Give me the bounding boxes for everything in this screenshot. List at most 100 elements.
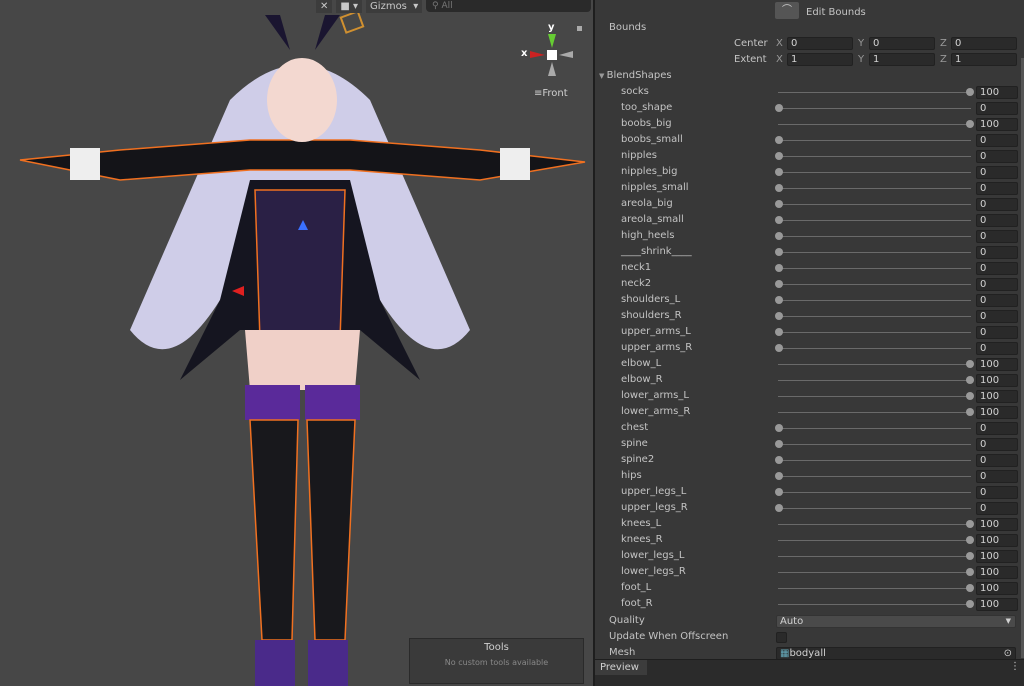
preview-tab[interactable]: Preview (595, 660, 647, 675)
blendshape-value-input[interactable]: 0 (976, 246, 1018, 259)
blendshape-value-input[interactable]: 100 (976, 358, 1018, 371)
blendshape-value-input[interactable]: 0 (976, 134, 1018, 147)
slider-handle[interactable] (966, 376, 974, 384)
more-options-icon[interactable]: ⋮ (1010, 661, 1020, 672)
edit-bounds-button[interactable]: ⌒ (775, 2, 799, 19)
blendshape-slider[interactable] (778, 396, 971, 397)
blendshape-value-input[interactable]: 0 (976, 422, 1018, 435)
extent-z-input[interactable]: 1 (951, 53, 1017, 66)
blendshape-slider[interactable] (778, 460, 971, 461)
slider-handle[interactable] (966, 552, 974, 560)
slider-handle[interactable] (775, 328, 783, 336)
orientation-gizmo[interactable]: y x (515, 20, 585, 90)
blendshape-value-input[interactable]: 100 (976, 518, 1018, 531)
blendshape-slider[interactable] (778, 124, 971, 125)
slider-handle[interactable] (775, 216, 783, 224)
blendshape-value-input[interactable]: 100 (976, 86, 1018, 99)
slider-handle[interactable] (966, 88, 974, 96)
tools-toggle-icon[interactable]: ✕ (316, 0, 333, 13)
slider-handle[interactable] (775, 200, 783, 208)
blendshape-value-input[interactable]: 100 (976, 406, 1018, 419)
slider-handle[interactable] (775, 456, 783, 464)
blendshape-slider[interactable] (778, 156, 971, 157)
blendshape-slider[interactable] (778, 540, 971, 541)
blendshape-slider[interactable] (778, 172, 971, 173)
blendshape-value-input[interactable]: 100 (976, 550, 1018, 563)
blendshape-value-input[interactable]: 0 (976, 502, 1018, 515)
blendshape-value-input[interactable]: 100 (976, 390, 1018, 403)
blendshape-value-input[interactable]: 0 (976, 342, 1018, 355)
blendshape-slider[interactable] (778, 380, 971, 381)
slider-handle[interactable] (775, 264, 783, 272)
blendshape-value-input[interactable]: 0 (976, 294, 1018, 307)
slider-handle[interactable] (966, 584, 974, 592)
extent-x-input[interactable]: 1 (787, 53, 853, 66)
blendshape-slider[interactable] (778, 476, 971, 477)
slider-handle[interactable] (775, 504, 783, 512)
blendshape-slider[interactable] (778, 316, 971, 317)
slider-handle[interactable] (775, 344, 783, 352)
blendshape-slider[interactable] (778, 364, 971, 365)
blendshape-slider[interactable] (778, 252, 971, 253)
blendshape-value-input[interactable]: 0 (976, 214, 1018, 227)
blendshape-slider[interactable] (778, 412, 971, 413)
slider-handle[interactable] (966, 392, 974, 400)
slider-handle[interactable] (966, 120, 974, 128)
quality-dropdown[interactable]: Auto ▼ (776, 615, 1016, 628)
blendshape-slider[interactable] (778, 444, 971, 445)
blendshape-value-input[interactable]: 0 (976, 326, 1018, 339)
blendshape-value-input[interactable]: 0 (976, 198, 1018, 211)
blendshape-value-input[interactable]: 0 (976, 310, 1018, 323)
blendshapes-foldout[interactable]: ▼ BlendShapes (599, 70, 672, 81)
blendshape-value-input[interactable]: 100 (976, 582, 1018, 595)
slider-handle[interactable] (775, 424, 783, 432)
blendshape-value-input[interactable]: 0 (976, 150, 1018, 163)
scene-view[interactable]: ✕ ■ ▾ Gizmos ▾ ⚲ All y x ≡Front Tools No… (0, 0, 593, 686)
camera-dropdown[interactable]: ■ ▾ (336, 0, 363, 13)
slider-handle[interactable] (775, 136, 783, 144)
blendshape-value-input[interactable]: 100 (976, 374, 1018, 387)
slider-handle[interactable] (966, 568, 974, 576)
center-x-input[interactable]: 0 (787, 37, 853, 50)
blendshape-slider[interactable] (778, 348, 971, 349)
blendshape-value-input[interactable]: 0 (976, 262, 1018, 275)
blendshape-value-input[interactable]: 0 (976, 230, 1018, 243)
blendshape-value-input[interactable]: 100 (976, 566, 1018, 579)
character-model[interactable] (0, 0, 593, 686)
slider-handle[interactable] (775, 232, 783, 240)
blendshape-value-input[interactable]: 100 (976, 598, 1018, 611)
blendshape-slider[interactable] (778, 108, 971, 109)
blendshape-slider[interactable] (778, 204, 971, 205)
update-offscreen-checkbox[interactable] (776, 632, 787, 643)
center-y-input[interactable]: 0 (869, 37, 935, 50)
blendshape-slider[interactable] (778, 140, 971, 141)
blendshape-slider[interactable] (778, 556, 971, 557)
slider-handle[interactable] (966, 600, 974, 608)
blendshape-slider[interactable] (778, 492, 971, 493)
extent-y-input[interactable]: 1 (869, 53, 935, 66)
slider-handle[interactable] (775, 312, 783, 320)
slider-handle[interactable] (775, 488, 783, 496)
slider-handle[interactable] (966, 520, 974, 528)
slider-handle[interactable] (775, 104, 783, 112)
blendshape-slider[interactable] (778, 428, 971, 429)
blendshape-slider[interactable] (778, 268, 971, 269)
blendshape-slider[interactable] (778, 92, 971, 93)
blendshape-value-input[interactable]: 0 (976, 102, 1018, 115)
gizmos-dropdown[interactable]: Gizmos ▾ (366, 0, 423, 13)
blendshape-slider[interactable] (778, 332, 971, 333)
object-picker-icon[interactable]: ⊙ (1004, 648, 1012, 659)
slider-handle[interactable] (775, 472, 783, 480)
gizmo-axes-icon[interactable] (515, 20, 585, 90)
blendshape-slider[interactable] (778, 220, 971, 221)
blendshape-value-input[interactable]: 0 (976, 166, 1018, 179)
blendshape-value-input[interactable]: 100 (976, 118, 1018, 131)
blendshape-slider[interactable] (778, 604, 971, 605)
blendshape-slider[interactable] (778, 524, 971, 525)
slider-handle[interactable] (775, 280, 783, 288)
slider-handle[interactable] (966, 536, 974, 544)
blendshape-value-input[interactable]: 100 (976, 534, 1018, 547)
blendshape-slider[interactable] (778, 236, 971, 237)
blendshape-slider[interactable] (778, 284, 971, 285)
blendshape-slider[interactable] (778, 300, 971, 301)
